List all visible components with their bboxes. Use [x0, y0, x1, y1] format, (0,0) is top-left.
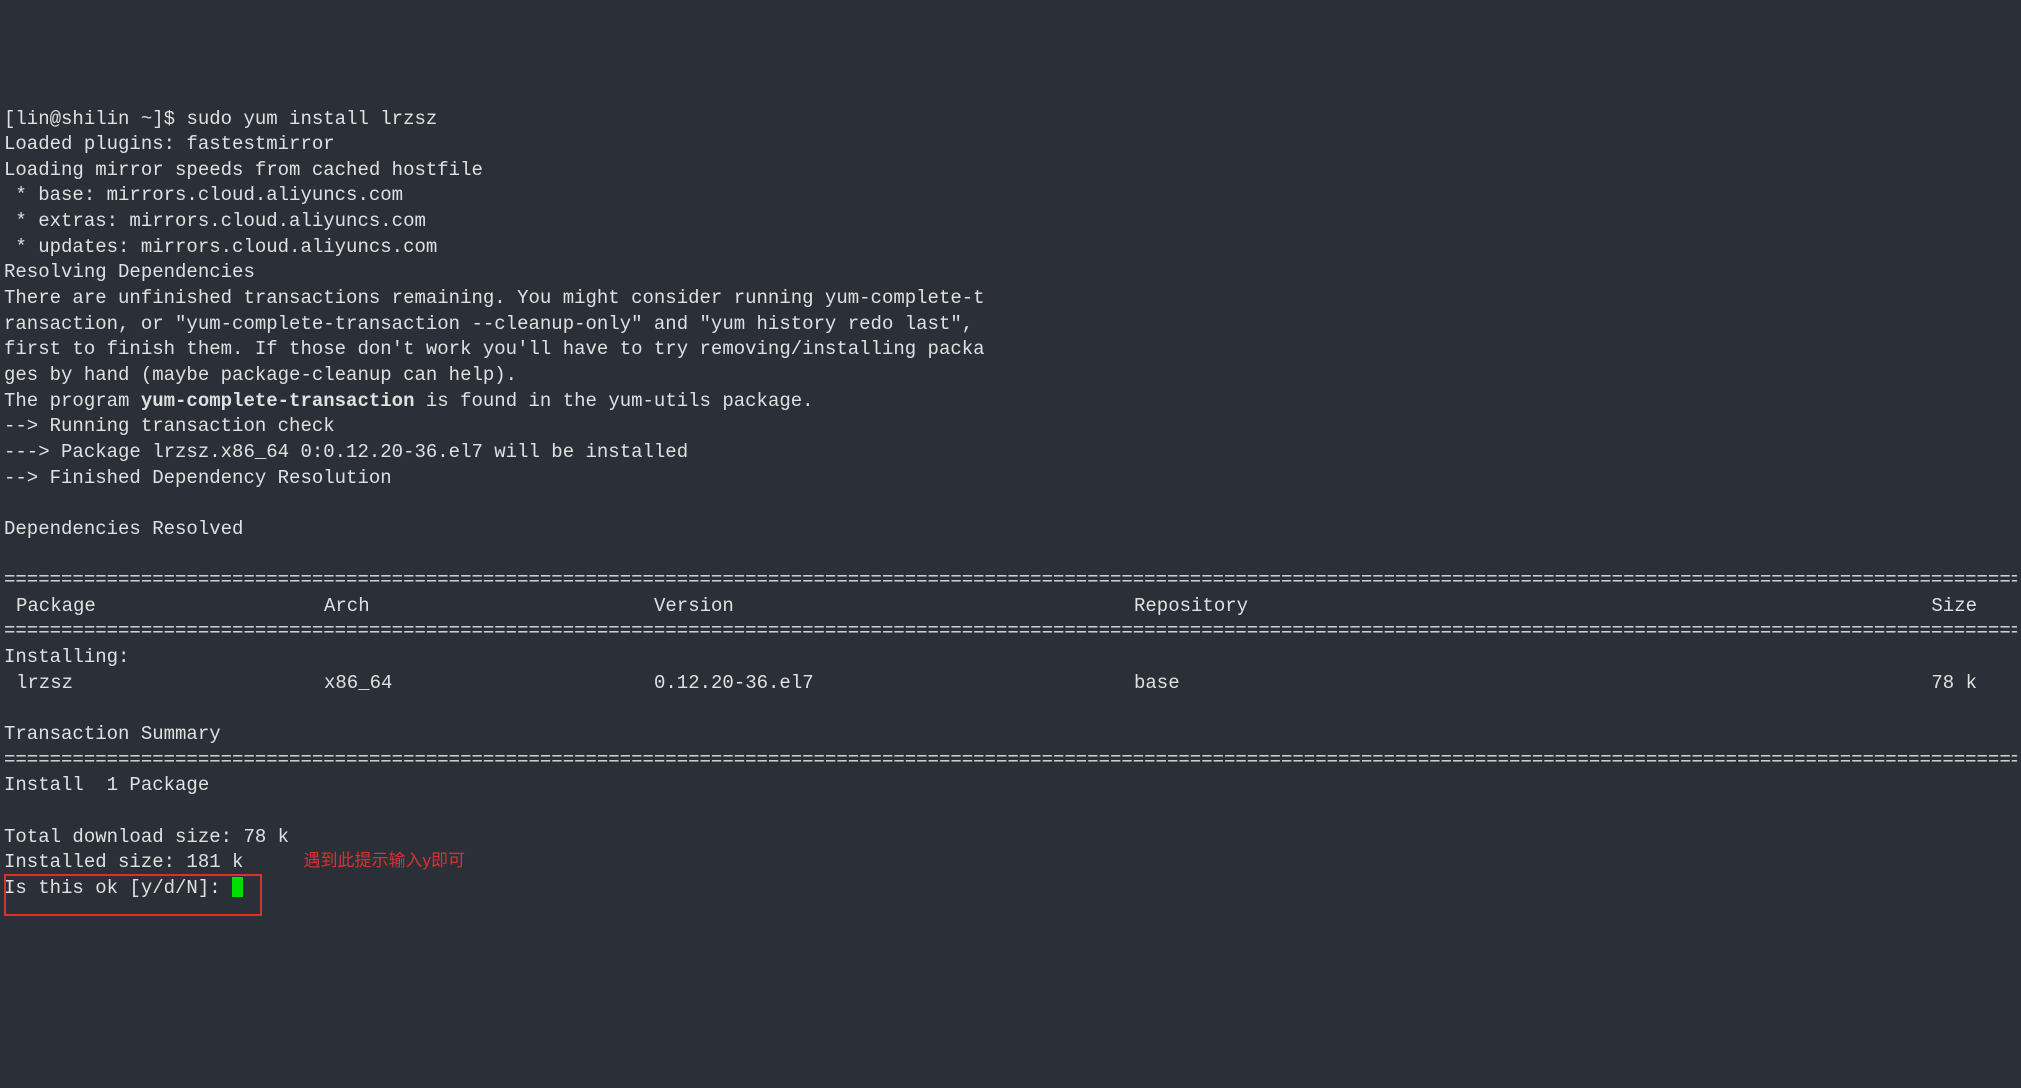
output-line: Dependencies Resolved	[4, 518, 243, 540]
summary-download-size: Total download size: 78 k	[4, 826, 289, 848]
terminal-output[interactable]: [lin@shilin ~]$ sudo yum install lrzsz L…	[4, 107, 2017, 902]
table-rule: ========================================…	[4, 748, 2017, 774]
summary-title: Transaction Summary	[4, 723, 221, 745]
output-line: ges by hand (maybe package-cleanup can h…	[4, 364, 517, 386]
cell-version: 0.12.20-36.el7	[654, 671, 1134, 697]
prompt-prefix: [lin@shilin ~]$	[4, 108, 186, 130]
header-size: Size	[1454, 594, 2017, 620]
table-header-row: PackageArchVersionRepositorySize	[4, 594, 2017, 620]
table-row: lrzszx86_640.12.20-36.el7base78 k	[4, 671, 2017, 697]
highlight-box	[4, 874, 262, 916]
cell-arch: x86_64	[324, 671, 654, 697]
output-line: ---> Package lrzsz.x86_64 0:0.12.20-36.e…	[4, 441, 688, 463]
cell-package: lrzsz	[4, 671, 324, 697]
header-package: Package	[4, 594, 324, 620]
installing-label: Installing:	[4, 646, 129, 668]
summary-install: Install 1 Package	[4, 774, 209, 796]
command-text: sudo yum install lrzsz	[186, 108, 437, 130]
output-line: The program	[4, 390, 141, 412]
output-line: There are unfinished transactions remain…	[4, 287, 985, 309]
output-line: * extras: mirrors.cloud.aliyuncs.com	[4, 210, 426, 232]
table-rule: ========================================…	[4, 619, 2017, 645]
output-line: Loading mirror speeds from cached hostfi…	[4, 159, 483, 181]
program-name-bold: yum-complete-transaction	[141, 390, 415, 412]
output-line: Loaded plugins: fastestmirror	[4, 133, 335, 155]
output-line: first to finish them. If those don't wor…	[4, 338, 985, 360]
output-line: * updates: mirrors.cloud.aliyuncs.com	[4, 236, 437, 258]
summary-installed-size: Installed size: 181 k	[4, 851, 243, 873]
table-rule: ========================================…	[4, 568, 2017, 594]
output-line: Resolving Dependencies	[4, 261, 255, 283]
output-line: * base: mirrors.cloud.aliyuncs.com	[4, 184, 403, 206]
cell-size: 78 k	[1454, 671, 2017, 697]
annotation-text: 遇到此提示输入y即可	[303, 850, 465, 873]
header-repository: Repository	[1134, 594, 1454, 620]
cell-repository: base	[1134, 671, 1454, 697]
output-line: --> Finished Dependency Resolution	[4, 467, 392, 489]
output-line: is found in the yum-utils package.	[414, 390, 813, 412]
output-line: ransaction, or "yum-complete-transaction…	[4, 313, 973, 335]
header-arch: Arch	[324, 594, 654, 620]
output-line: --> Running transaction check	[4, 415, 335, 437]
header-version: Version	[654, 594, 1134, 620]
